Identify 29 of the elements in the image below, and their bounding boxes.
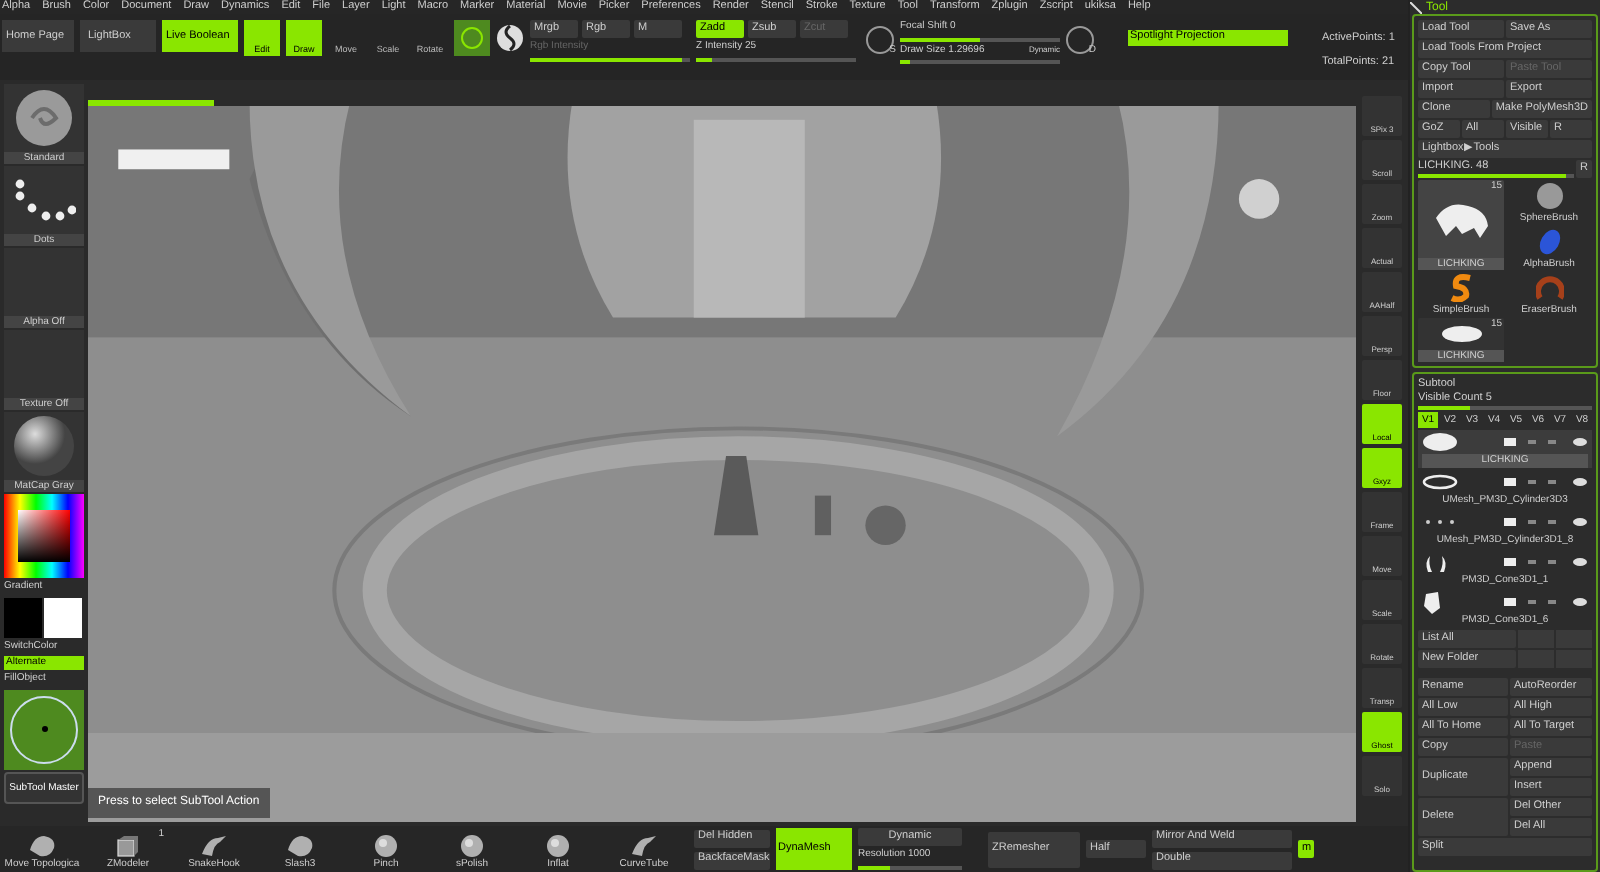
rock-brush-icon bbox=[28, 834, 56, 858]
capsule-icon bbox=[1537, 228, 1561, 256]
circle-icon bbox=[460, 26, 484, 50]
arc-icon bbox=[1535, 276, 1563, 300]
shard-thumbnail bbox=[1422, 590, 1442, 614]
sphere-icon bbox=[1535, 182, 1563, 210]
light-direction-control[interactable] bbox=[4, 689, 84, 769]
ball-brush-icon bbox=[374, 834, 398, 858]
brush-icon bbox=[14, 88, 74, 148]
dots-stroke-icon bbox=[12, 178, 76, 222]
slider-track[interactable] bbox=[858, 865, 962, 870]
matcap-sphere-icon bbox=[12, 414, 76, 478]
horns-thumbnail bbox=[1422, 553, 1450, 571]
color-picker[interactable] bbox=[4, 494, 84, 578]
dots-thumbnail bbox=[1422, 518, 1458, 526]
symbol-icon bbox=[496, 24, 524, 52]
ball-brush-icon bbox=[546, 834, 570, 858]
main-color-swatch[interactable] bbox=[4, 597, 42, 637]
ball-brush-icon bbox=[460, 834, 484, 858]
hook-brush-icon bbox=[200, 834, 228, 858]
blob-thumbnail bbox=[1422, 432, 1458, 452]
s-shape-icon bbox=[1449, 274, 1473, 302]
ring-thumbnail bbox=[1422, 474, 1458, 490]
material-swatch[interactable] bbox=[454, 20, 490, 56]
cube-brush-icon bbox=[116, 834, 140, 858]
rock-brush-icon bbox=[286, 834, 314, 858]
disc-icon bbox=[1439, 324, 1483, 344]
secondary-color-swatch[interactable] bbox=[44, 597, 82, 637]
hook-brush-icon bbox=[630, 834, 658, 858]
